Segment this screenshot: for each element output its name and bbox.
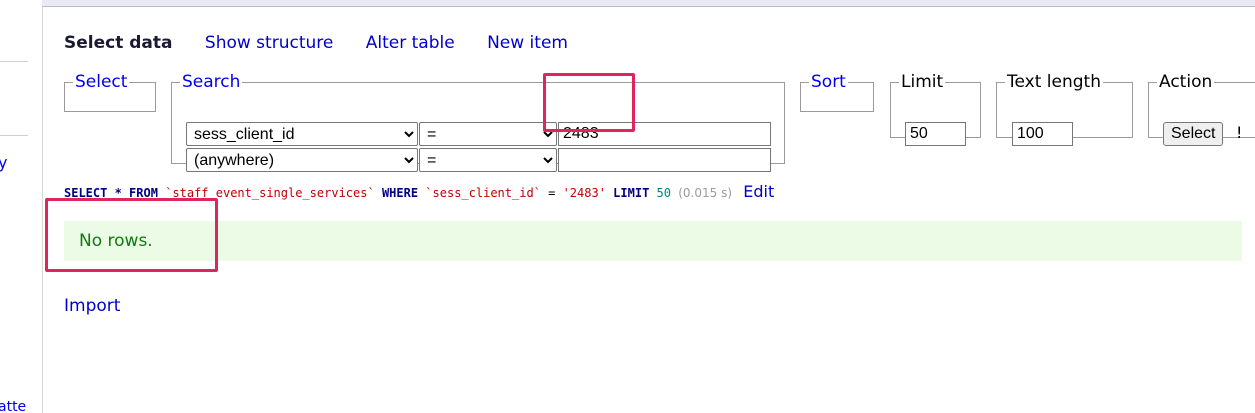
search-column-select-1[interactable]: sess_client_id xyxy=(186,122,418,146)
search-operator-select-2[interactable]: = xyxy=(419,148,557,172)
tab-new-item[interactable]: New item xyxy=(487,33,568,53)
sql-limit-value: 50 xyxy=(656,186,671,200)
no-rows-message: No rows. xyxy=(64,221,1242,261)
sql-value: '2483' xyxy=(562,186,606,200)
sidebar-divider xyxy=(0,135,28,136)
text-length-input[interactable] xyxy=(1012,122,1073,146)
top-bar xyxy=(42,0,1255,7)
select-fieldset: Select xyxy=(64,72,156,112)
tab-select-data[interactable]: Select data xyxy=(64,33,173,53)
action-legend: Action xyxy=(1159,72,1213,92)
limit-fieldset: Limit xyxy=(890,72,981,146)
search-column-select-2[interactable]: (anywhere) xyxy=(186,148,418,172)
table-tabs: Select data Show structure Alter table N… xyxy=(64,33,595,53)
text-length-fieldset: Text length xyxy=(996,72,1133,146)
sidebar-divider xyxy=(0,61,28,62)
tab-alter-table[interactable]: Alter table xyxy=(366,33,455,53)
limit-legend: Limit xyxy=(901,72,944,92)
sidebar: y atte xyxy=(0,0,43,413)
search-toggle[interactable]: Search xyxy=(180,72,242,92)
sort-toggle[interactable]: Sort xyxy=(809,72,848,92)
sql-query: SELECT * FROM `staff_event_single_servic… xyxy=(64,182,774,201)
sql-keyword: FROM xyxy=(129,186,158,200)
search-operator-select-1[interactable]: = xyxy=(419,122,557,146)
select-submit-button[interactable]: Select xyxy=(1163,122,1224,146)
text-length-legend: Text length xyxy=(1007,72,1101,92)
sql-table-name: `staff_event_single_services` xyxy=(165,186,375,200)
sql-keyword: WHERE xyxy=(381,186,419,200)
import-link[interactable]: Import xyxy=(64,296,120,316)
search-value-input-1[interactable] xyxy=(558,122,771,146)
search-fieldset: Search sess_client_id = (anywhere) = xyxy=(171,72,785,172)
edit-query-link[interactable]: Edit xyxy=(743,182,774,201)
sidebar-link-fragment[interactable]: atte xyxy=(0,399,26,413)
limit-input[interactable] xyxy=(905,122,966,146)
sql-keyword: LIMIT xyxy=(613,186,650,200)
select-toggle[interactable]: Select xyxy=(73,72,129,92)
sql-keyword: SELECT xyxy=(64,186,108,200)
sql-column-name: `sess_client_id` xyxy=(425,186,541,200)
sql-operator: = xyxy=(540,186,563,200)
tab-show-structure[interactable]: Show structure xyxy=(205,33,333,53)
search-value-input-2[interactable] xyxy=(558,148,771,172)
sidebar-link-fragment[interactable]: y xyxy=(0,153,7,172)
sort-fieldset: Sort xyxy=(800,72,874,112)
sql-star: * xyxy=(107,186,130,200)
query-time: (0.015 s) xyxy=(678,186,733,200)
action-fieldset: Action Select ! xyxy=(1148,72,1255,146)
action-extra: ! xyxy=(1236,123,1243,142)
